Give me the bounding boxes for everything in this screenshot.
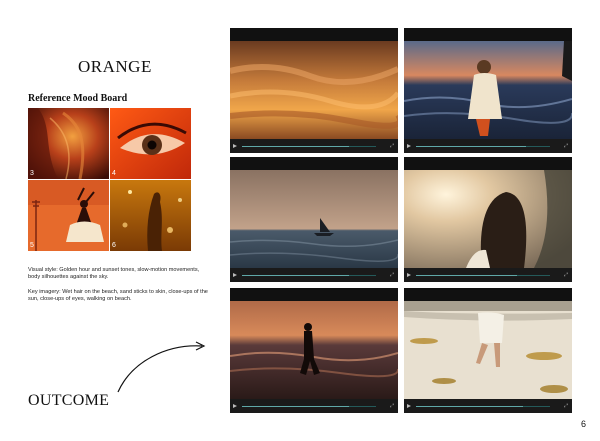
progress-fill	[242, 146, 350, 147]
mood-image-number: 3	[30, 170, 34, 177]
video-player[interactable]: ⤢	[230, 288, 398, 413]
play-icon[interactable]	[233, 144, 237, 148]
playback-controls: ⤢	[230, 139, 398, 153]
playback-controls: ⤢	[404, 268, 572, 282]
video-frame[interactable]	[404, 170, 572, 268]
playback-controls: ⤢	[404, 139, 572, 153]
fullscreen-icon[interactable]: ⤢	[390, 143, 394, 149]
mood-image-5: 5	[28, 180, 109, 251]
progress-fill	[242, 406, 350, 407]
mood-image-6: 6	[110, 180, 191, 251]
progress-fill	[416, 406, 524, 407]
progress-bar[interactable]	[242, 146, 376, 147]
page-number: 6	[581, 419, 587, 429]
visual-style-text: Visual style: Golden hour and sunset ton…	[28, 267, 200, 280]
video-player[interactable]: ⤢	[404, 28, 572, 153]
playback-controls: ⤢	[404, 399, 572, 413]
fullscreen-icon[interactable]: ⤢	[564, 272, 568, 278]
playback-controls: ⤢	[230, 268, 398, 282]
progress-bar[interactable]	[242, 275, 376, 276]
page-title: ORANGE	[78, 57, 152, 76]
fullscreen-icon[interactable]: ⤢	[390, 403, 394, 409]
key-imagery-text: Key imagery: Wet hair on the beach, sand…	[28, 289, 208, 302]
arrow-icon	[117, 341, 206, 393]
play-icon[interactable]	[407, 404, 411, 408]
outcome-heading: OUTCOME	[28, 392, 110, 409]
video-frame[interactable]	[404, 301, 572, 399]
playback-controls: ⤢	[230, 399, 398, 413]
mood-board-heading: Reference Mood Board	[28, 93, 128, 104]
progress-fill	[416, 275, 517, 276]
progress-fill	[416, 146, 526, 147]
mood-image-3: 3	[28, 108, 109, 179]
mood-image-number: 6	[112, 242, 116, 249]
mood-image-4: 4	[110, 108, 191, 179]
fullscreen-icon[interactable]: ⤢	[390, 272, 394, 278]
play-icon[interactable]	[407, 273, 411, 277]
video-frame[interactable]	[404, 41, 572, 139]
progress-bar[interactable]	[416, 275, 550, 276]
fullscreen-icon[interactable]: ⤢	[564, 403, 568, 409]
video-frame[interactable]	[230, 41, 398, 139]
play-icon[interactable]	[233, 404, 237, 408]
video-frame[interactable]	[230, 301, 398, 399]
fullscreen-icon[interactable]: ⤢	[564, 143, 568, 149]
video-player[interactable]: ⤢	[404, 157, 572, 282]
progress-fill	[242, 275, 350, 276]
play-icon[interactable]	[233, 273, 237, 277]
progress-bar[interactable]	[416, 406, 550, 407]
mood-image-number: 4	[112, 170, 116, 177]
progress-bar[interactable]	[242, 406, 376, 407]
video-frame[interactable]	[230, 170, 398, 268]
video-player[interactable]: ⤢	[230, 28, 398, 153]
play-icon[interactable]	[407, 144, 411, 148]
video-player[interactable]: ⤢	[404, 288, 572, 413]
progress-bar[interactable]	[416, 146, 550, 147]
video-player[interactable]: ⤢	[230, 157, 398, 282]
mood-image-number: 5	[30, 242, 34, 249]
